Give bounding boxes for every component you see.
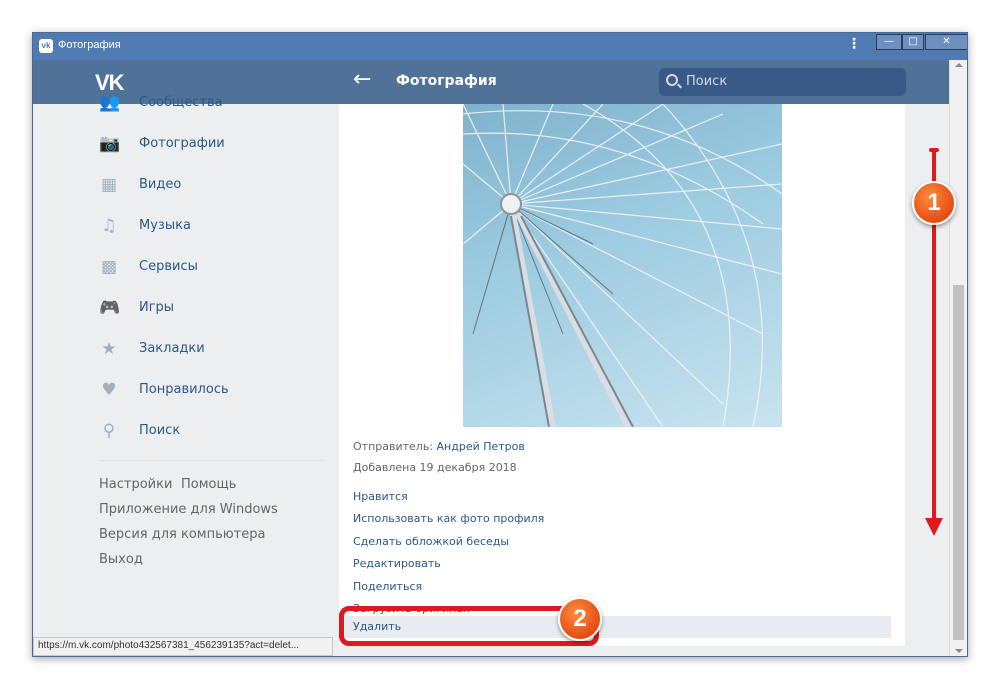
close-button[interactable]: ✕ (925, 34, 967, 50)
sender-name-link[interactable]: Андрей Петров (437, 440, 525, 453)
scroll-down-icon[interactable] (955, 649, 963, 653)
minimize-button[interactable]: — (876, 34, 902, 50)
set-profile-photo-action[interactable]: Использовать как фото профиля (353, 512, 544, 525)
app-window: vk Фотография ⋮ — □ ✕ VK ← Фотография По… (32, 32, 968, 657)
sidebar-item-bookmarks[interactable]: ★ Закладки (99, 338, 329, 362)
photo-image[interactable] (463, 104, 782, 427)
windows-app-link[interactable]: Приложение для Windows (99, 502, 278, 517)
sidebar: 👥 Сообщества 📷 Фотографии ▦ Видео ♫ Музы… (33, 94, 339, 644)
photo-date: Добавлена 19 декабря 2018 (353, 461, 517, 474)
settings-link[interactable]: Настройки (99, 477, 172, 492)
sidebar-item-label: Сервисы (139, 259, 198, 274)
photo-sender: Отправитель: Андрей Петров (353, 440, 525, 453)
photo-panel: Отправитель: Андрей Петров Добавлена 19 … (339, 104, 905, 646)
sidebar-item-liked[interactable]: ♥ Понравилось (99, 379, 329, 403)
annotation-badge-two: 2 (558, 597, 602, 641)
sidebar-item-label: Видео (139, 177, 182, 192)
sidebar-divider (99, 460, 323, 461)
gamepad-icon: 🎮 (99, 298, 121, 318)
share-action[interactable]: Поделиться (353, 580, 422, 593)
sender-label: Отправитель: (353, 440, 434, 453)
services-grid-icon: ▩ (100, 257, 118, 277)
sidebar-item-label: Закладки (139, 341, 205, 356)
sidebar-item-services[interactable]: ▩ Сервисы (99, 256, 329, 280)
like-action[interactable]: Нравится (353, 490, 408, 503)
kebab-menu-icon[interactable]: ⋮ (847, 37, 861, 51)
star-icon: ★ (101, 339, 117, 359)
window-title: Фотография (58, 39, 121, 51)
magnifier-icon: ⚲ (102, 421, 116, 441)
logout-link[interactable]: Выход (99, 552, 143, 567)
search-input[interactable]: Поиск (659, 68, 906, 96)
sidebar-item-search[interactable]: ⚲ Поиск (99, 420, 329, 444)
back-arrow-icon[interactable]: ← (353, 69, 371, 91)
page-title: Фотография (396, 73, 497, 89)
title-bar: vk Фотография ⋮ — □ ✕ (33, 33, 967, 60)
scrollbar-thumb[interactable] (953, 285, 964, 640)
search-icon (666, 74, 678, 86)
music-note-icon: ♫ (101, 216, 117, 236)
status-url: https://m.vk.com/photo432567381_45623913… (33, 637, 333, 656)
sidebar-item-label: Сообщества (139, 95, 223, 110)
sidebar-item-label: Понравилось (139, 382, 229, 397)
sidebar-item-video[interactable]: ▦ Видео (99, 174, 329, 198)
sidebar-item-games[interactable]: 🎮 Игры (99, 297, 329, 321)
sidebar-item-label: Поиск (139, 423, 181, 438)
sidebar-item-label: Игры (139, 300, 175, 315)
maximize-button[interactable]: □ (902, 34, 924, 50)
vk-app-icon: vk (39, 39, 53, 53)
search-placeholder: Поиск (686, 74, 728, 89)
scroll-up-icon[interactable] (955, 63, 963, 67)
desktop-version-link[interactable]: Версия для компьютера (99, 527, 265, 542)
communities-icon: 👥 (99, 93, 121, 113)
sidebar-item-communities[interactable]: 👥 Сообщества (99, 92, 329, 116)
sidebar-item-label: Фотографии (139, 136, 225, 151)
edit-action[interactable]: Редактировать (353, 557, 441, 570)
sidebar-item-music[interactable]: ♫ Музыка (99, 215, 329, 239)
sidebar-item-photos[interactable]: 📷 Фотографии (99, 133, 329, 157)
help-link[interactable]: Помощь (181, 477, 236, 492)
annotation-badge-one: 1 (912, 181, 956, 225)
vertical-scrollbar[interactable] (949, 60, 967, 656)
heart-icon: ♥ (101, 380, 117, 400)
annotation-arrow-head (925, 518, 943, 536)
camera-icon: 📷 (99, 134, 121, 154)
ferris-wheel-photo (463, 104, 782, 427)
set-chat-cover-action[interactable]: Сделать обложкой беседы (353, 535, 509, 548)
sidebar-item-label: Музыка (139, 218, 191, 233)
film-icon: ▦ (100, 175, 118, 195)
